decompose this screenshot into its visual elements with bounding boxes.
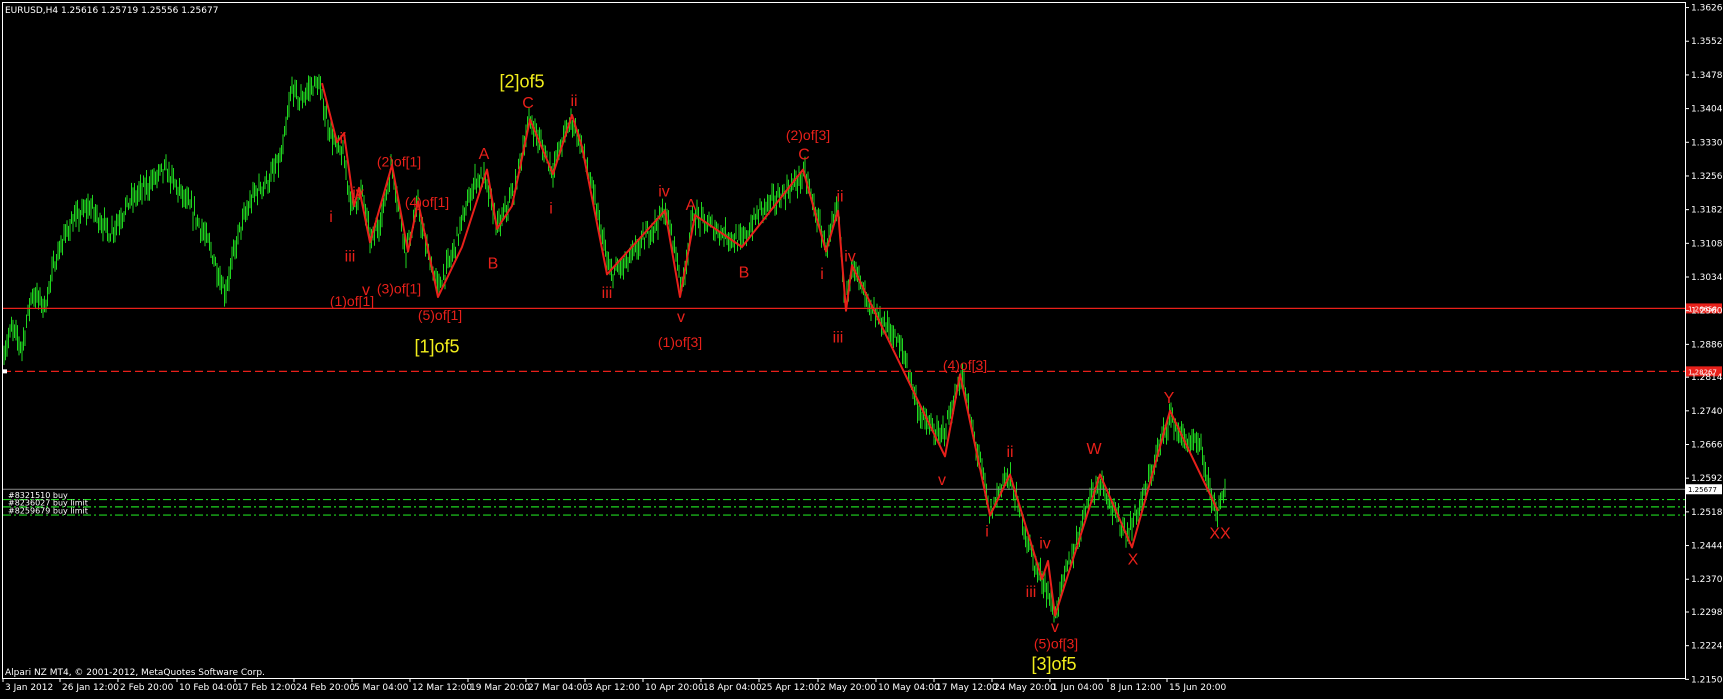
- wave-label-35: iii: [1026, 584, 1037, 601]
- wave-label-13: ii: [570, 93, 577, 110]
- x-tick-label-14: 2 May 20:00: [820, 683, 876, 693]
- wave-label-25: ii: [836, 188, 843, 205]
- wave-label-27: iv: [844, 249, 856, 266]
- wave-label-18: iv: [658, 183, 670, 200]
- x-tick-label-11: 10 Apr 20:00: [645, 683, 704, 693]
- wave-label-10: [1]of5: [414, 337, 459, 357]
- wave-label-34: iv: [1039, 536, 1051, 553]
- x-tick-label-9: 27 Mar 04:00: [528, 683, 588, 693]
- x-tick-label-13: 25 Apr 12:00: [761, 683, 820, 693]
- wave-label-20: B: [739, 264, 750, 281]
- wave-label-33: W: [1086, 441, 1102, 458]
- y-tick-label-16: 1.24440: [1691, 542, 1723, 552]
- wave-label-1: i: [329, 209, 333, 226]
- x-tick-label-20: 15 Jun 20:00: [1169, 683, 1226, 693]
- y-tick-label-8: 1.30340: [1691, 273, 1723, 283]
- y-tick-label-19: 1.22240: [1691, 642, 1723, 652]
- wave-label-38: Y: [1164, 390, 1175, 407]
- wave-label-39: XX: [1209, 525, 1231, 542]
- wave-label-9: (5)of[1]: [418, 307, 462, 323]
- wave-label-40: (5)of[3]: [1034, 635, 1078, 651]
- y-tick-label-2: 1.34780: [1691, 71, 1723, 81]
- wave-label-41: [3]of5: [1031, 654, 1076, 674]
- wave-label-7: (4)of[1]: [405, 194, 449, 210]
- wave-label-19: A: [686, 197, 697, 214]
- wave-label-32: i: [985, 523, 989, 540]
- x-tick-label-15: 10 May 04:00: [878, 683, 940, 693]
- y-tick-label-10: 1.28860: [1691, 340, 1723, 350]
- x-tick-label-1: 26 Jan 12:00: [62, 683, 119, 693]
- wave-label-21: v: [677, 309, 685, 326]
- wave-label-6: (2)of[1]: [377, 153, 421, 169]
- current-price-label: 1.25677: [1688, 486, 1717, 494]
- y-tick-label-7: 1.31080: [1691, 239, 1723, 249]
- x-tick-label-0: 3 Jan 2012: [5, 683, 53, 693]
- y-tick-label-15: 1.25180: [1691, 508, 1723, 518]
- x-tick-label-10: 3 Apr 12:00: [587, 683, 640, 693]
- wave-label-36: v: [1051, 619, 1059, 636]
- wave-label-23: (2)of[3]: [786, 127, 830, 143]
- y-tick-label-0: 1.36260: [1691, 4, 1723, 14]
- y-tick-label-5: 1.32560: [1691, 172, 1723, 182]
- wave-label-2: iv: [352, 185, 364, 202]
- chart[interactable]: 1.266581.282671.25677#8321510 buy#823602…: [0, 0, 1723, 699]
- wave-label-29: (4)of[3]: [943, 357, 987, 373]
- x-tick-label-5: 24 Feb 20:00: [296, 683, 355, 693]
- y-tick-label-17: 1.23700: [1691, 575, 1723, 585]
- order-label-2: #8259679 buy limit: [8, 507, 88, 516]
- y-axis: 1.36260 1.35520 1.34780 1.34040 1.33300 1.325…: [1685, 4, 1723, 685]
- wave-label-12: C: [522, 95, 534, 112]
- wave-label-14: A: [479, 146, 490, 163]
- y-tick-label-18: 1.22980: [1691, 608, 1723, 618]
- y-tick-label-9: 1.29600: [1691, 307, 1723, 317]
- wave-label-11: [2]of5: [499, 72, 544, 92]
- y-tick-label-14: 1.25920: [1691, 474, 1723, 484]
- y-tick-label-13: 1.26660: [1691, 441, 1723, 451]
- copyright-text: Alpari NZ MT4, © 2001-2012, MetaQuotes S…: [5, 668, 265, 678]
- wave-label-3: iii: [345, 249, 356, 266]
- x-tick-label-19: 8 Jun 12:00: [1110, 683, 1162, 693]
- y-tick-label-3: 1.34040: [1691, 105, 1723, 115]
- line-anchor-marker: [3, 369, 7, 374]
- y-tick-label-11: 1.28140: [1691, 373, 1723, 383]
- wave-label-5: (1)of[1]: [330, 293, 374, 309]
- wave-label-26: i: [820, 266, 824, 283]
- wave-label-16: B: [488, 255, 499, 272]
- symbol-info: EURUSD,H4 1.25616 1.25719 1.25556 1.2567…: [5, 6, 218, 16]
- x-tick-label-3: 10 Feb 04:00: [179, 683, 238, 693]
- x-tick-label-16: 17 May 12:00: [936, 683, 998, 693]
- chart-background: [0, 0, 1723, 699]
- wave-label-37: X: [1128, 552, 1139, 569]
- x-tick-label-18: 1 Jun 04:00: [1052, 683, 1104, 693]
- y-tick-label-1: 1.35520: [1691, 37, 1723, 47]
- y-tick-label-12: 1.27400: [1691, 407, 1723, 417]
- x-tick-label-4: 17 Feb 12:00: [237, 683, 296, 693]
- x-tick-label-2: 2 Feb 20:00: [120, 683, 174, 693]
- y-tick-label-4: 1.33300: [1691, 138, 1723, 148]
- x-tick-label-8: 19 Mar 20:00: [470, 683, 530, 693]
- y-tick-label-6: 1.31820: [1691, 206, 1723, 216]
- y-tick-label-20: 1.21500: [1691, 675, 1723, 685]
- wave-label-28: iii: [833, 330, 844, 347]
- wave-label-31: ii: [1006, 444, 1013, 461]
- wave-label-24: C: [798, 147, 810, 164]
- wave-label-30: v: [938, 472, 946, 489]
- wave-label-17: iii: [602, 285, 613, 302]
- x-tick-label-6: 5 Mar 04:00: [354, 683, 409, 693]
- x-tick-label-17: 24 May 20:00: [994, 683, 1056, 693]
- wave-label-8: (3)of[1]: [377, 280, 421, 296]
- wave-label-0: ii: [339, 131, 346, 148]
- wave-label-22: (1)of[3]: [658, 334, 702, 350]
- wave-label-15: i: [549, 200, 553, 217]
- x-tick-label-7: 12 Mar 12:00: [412, 683, 472, 693]
- x-tick-label-12: 18 Apr 04:00: [703, 683, 762, 693]
